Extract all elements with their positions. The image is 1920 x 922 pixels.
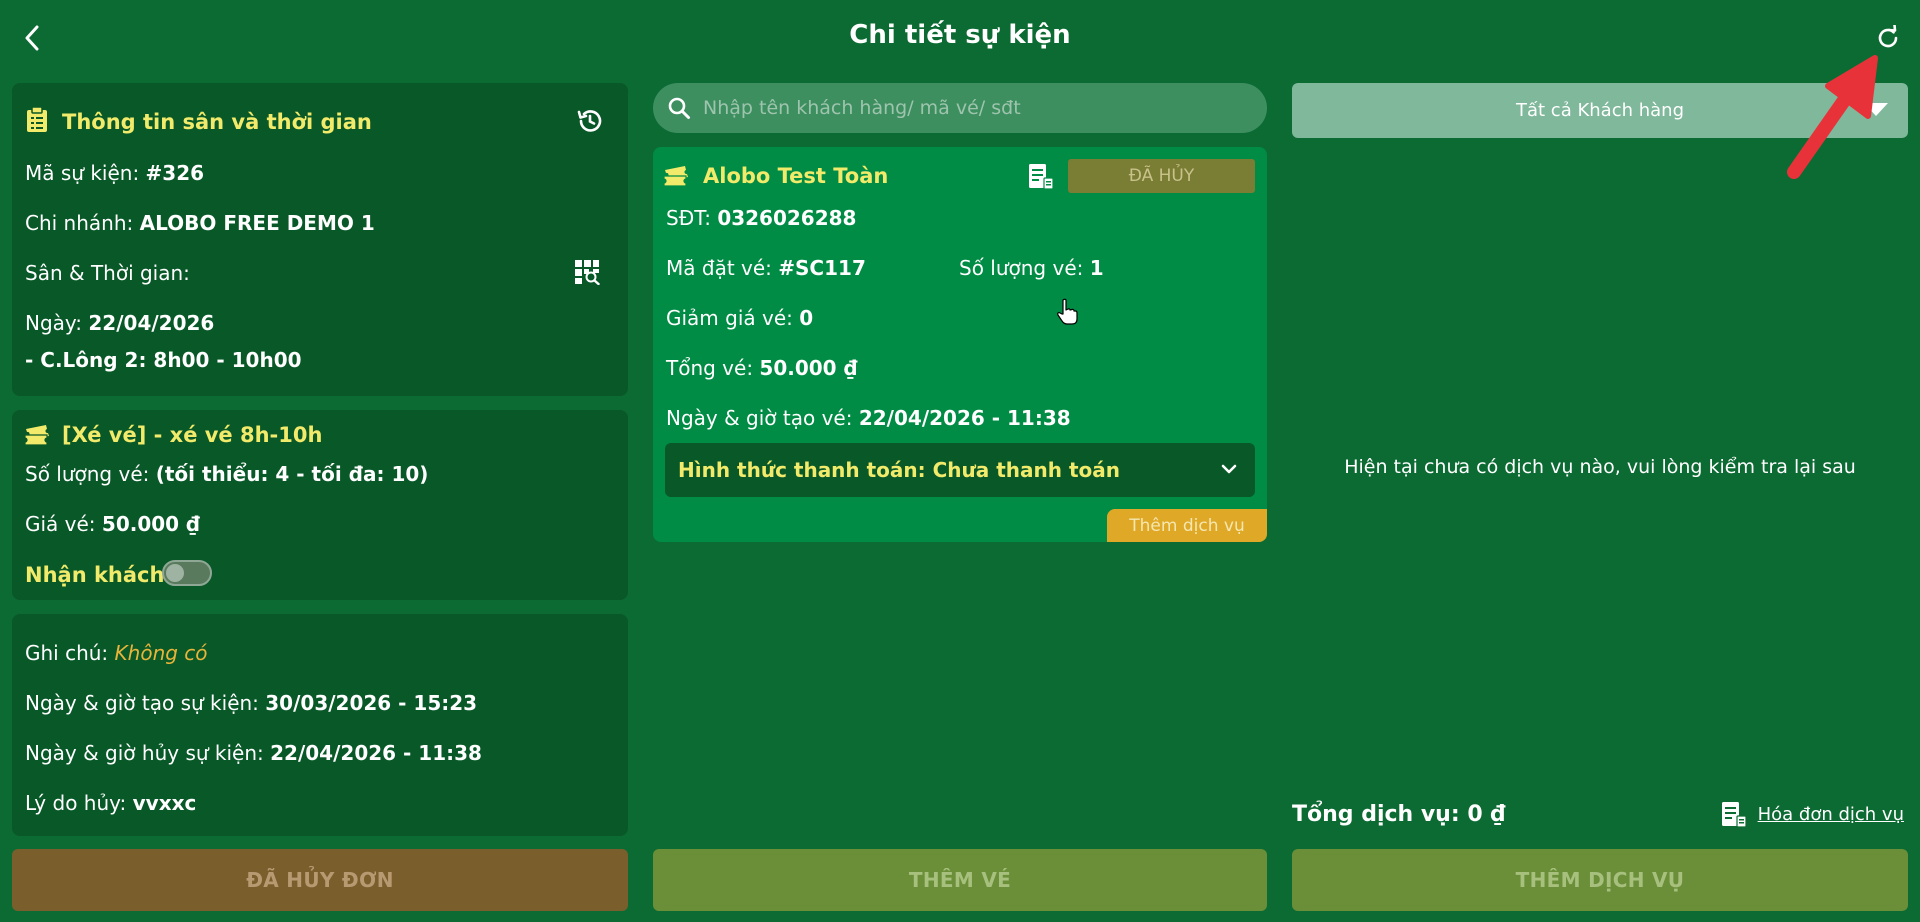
ticket-total-label: Tổng vé:	[666, 356, 754, 380]
ticket-created-label: Ngày & giờ tạo vé:	[666, 406, 853, 430]
ticket-qty-label: Số lượng vé:	[25, 462, 150, 486]
info-heading: Thông tin sân và thời gian	[62, 110, 372, 134]
status-badge: ĐÃ HỦY	[1068, 159, 1255, 193]
refresh-icon	[1878, 25, 1898, 48]
event-code-label: Mã sự kiện:	[25, 161, 140, 185]
booking-card[interactable]: Alobo Test Toàn ĐÃ HỦY SĐT: 0326026288 M…	[653, 147, 1267, 542]
phone-row: SĐT: 0326026288	[666, 206, 856, 230]
search-icon	[668, 97, 690, 119]
add-service-tag-button[interactable]: Thêm dịch vụ	[1107, 509, 1267, 542]
branch-label: Chi nhánh:	[25, 211, 134, 235]
ticket-price-value: 50.000 ₫	[101, 512, 200, 536]
event-code-value: #326	[145, 161, 205, 185]
date-value: 22/04/2026	[88, 311, 215, 335]
ticket-icon	[24, 422, 50, 448]
event-created-value: 30/03/2026 - 15:23	[265, 691, 478, 715]
event-created-label: Ngày & giờ tạo sự kiện:	[25, 691, 259, 715]
receipt-icon[interactable]	[1027, 161, 1055, 191]
customer-filter-value: Tất cả Khách hàng	[1516, 100, 1684, 121]
receipt-icon	[1721, 802, 1747, 828]
history-icon[interactable]	[574, 105, 606, 137]
service-invoice-label: Hóa đơn dịch vụ	[1757, 803, 1904, 825]
ticket-count-label: Số lượng vé:	[959, 256, 1084, 280]
red-arrow-annotation-icon	[1787, 55, 1878, 179]
ticket-total-row: Tổng vé: 50.000 ₫	[666, 356, 857, 380]
date-row: Ngày: 22/04/2026	[25, 311, 214, 335]
ticket-qty-value: (tối thiểu: 4 - tối đa: 10)	[155, 462, 429, 486]
add-ticket-button[interactable]: THÊM VÉ	[653, 849, 1267, 911]
booking-code-row: Mã đặt vé: #SC117	[666, 256, 866, 280]
clipboard-icon	[25, 106, 49, 134]
ticket-qty-row: Số lượng vé: (tối thiểu: 4 - tối đa: 10)	[25, 462, 428, 486]
discount-label: Giảm giá vé:	[666, 306, 793, 330]
note-label: Ghi chú:	[25, 641, 109, 665]
receive-guest-toggle[interactable]	[162, 560, 212, 586]
court-grid-search-icon[interactable]	[572, 257, 602, 287]
ticket-price-label: Giá vé:	[25, 512, 96, 536]
cancel-reason-value: vvxxc	[132, 791, 197, 815]
add-service-button[interactable]: THÊM DỊCH VỤ	[1292, 849, 1908, 911]
event-cancelled-row: Ngày & giờ hủy sự kiện: 22/04/2026 - 11:…	[25, 741, 482, 765]
court-slot: - C.Lông 2: 8h00 - 10h00	[25, 348, 302, 372]
cancelled-order-button[interactable]: ĐÃ HỦY ĐƠN	[12, 849, 628, 911]
top-bar: Chi tiết sự kiện	[0, 0, 1920, 74]
toggle-knob	[166, 564, 184, 582]
total-service-label: Tổng dịch vụ:	[1292, 802, 1460, 827]
service-invoice-link[interactable]: Hóa đơn dịch vụ	[1720, 800, 1904, 828]
search-input[interactable]	[703, 97, 1243, 119]
note-value: Không có	[114, 641, 208, 665]
customer-name: Alobo Test Toàn	[703, 164, 889, 188]
hand-cursor-icon	[1057, 298, 1078, 325]
total-service-row: Tổng dịch vụ: 0 ₫	[1292, 802, 1506, 827]
receive-guest-label: Nhận khách	[25, 563, 165, 587]
page-title: Chi tiết sự kiện	[849, 20, 1071, 50]
ticket-heading: [Xé vé] - xé vé 8h-10h	[62, 423, 323, 447]
ticket-info-card: [Xé vé] - xé vé 8h-10h Số lượng vé: (tối…	[12, 410, 628, 600]
ticket-count-value: 1	[1089, 256, 1104, 280]
booking-code-value: #SC117	[778, 256, 866, 280]
event-cancelled-value: 22/04/2026 - 11:38	[270, 741, 482, 765]
booking-code-label: Mã đặt vé:	[666, 256, 772, 280]
total-service-value: 0 ₫	[1467, 802, 1506, 827]
cancel-reason-row: Lý do hủy: vvxxc	[25, 791, 196, 815]
empty-services-message: Hiện tại chưa có dịch vụ nào, vui lòng k…	[1344, 456, 1856, 478]
court-time-info-card: Thông tin sân và thời gian Mã sự kiện: #…	[12, 83, 628, 396]
event-created-row: Ngày & giờ tạo sự kiện: 30/03/2026 - 15:…	[25, 691, 477, 715]
discount-value: 0	[799, 306, 814, 330]
ticket-icon	[663, 163, 689, 189]
event-note-card: Ghi chú: Không có Ngày & giờ tạo sự kiện…	[12, 614, 628, 836]
ticket-created-row: Ngày & giờ tạo vé: 22/04/2026 - 11:38	[666, 406, 1071, 430]
cancel-reason-label: Lý do hủy:	[25, 791, 127, 815]
discount-row: Giảm giá vé: 0	[666, 306, 813, 330]
ticket-created-value: 22/04/2026 - 11:38	[858, 406, 1071, 430]
ticket-total-value: 50.000 ₫	[759, 356, 858, 380]
date-label: Ngày:	[25, 311, 83, 335]
customer-search	[653, 83, 1267, 133]
ticket-price-row: Giá vé: 50.000 ₫	[25, 512, 200, 536]
note-row: Ghi chú: Không có	[25, 641, 208, 665]
payment-method-dropdown[interactable]: Hình thức thanh toán: Chưa thanh toán	[665, 443, 1255, 497]
phone-value: 0326026288	[717, 206, 857, 230]
branch-value: ALOBO FREE DEMO 1	[139, 211, 375, 235]
payment-method-label: Hình thức thanh toán: Chưa thanh toán	[678, 458, 1121, 482]
ticket-count-row: Số lượng vé: 1	[959, 256, 1104, 280]
phone-label: SĐT:	[666, 206, 711, 230]
chevron-down-icon	[1221, 464, 1237, 474]
court-time-label: Sân & Thời gian:	[25, 261, 190, 285]
event-code-row: Mã sự kiện: #326	[25, 161, 204, 185]
event-cancelled-label: Ngày & giờ hủy sự kiện:	[25, 741, 264, 765]
branch-row: Chi nhánh: ALOBO FREE DEMO 1	[25, 211, 375, 235]
